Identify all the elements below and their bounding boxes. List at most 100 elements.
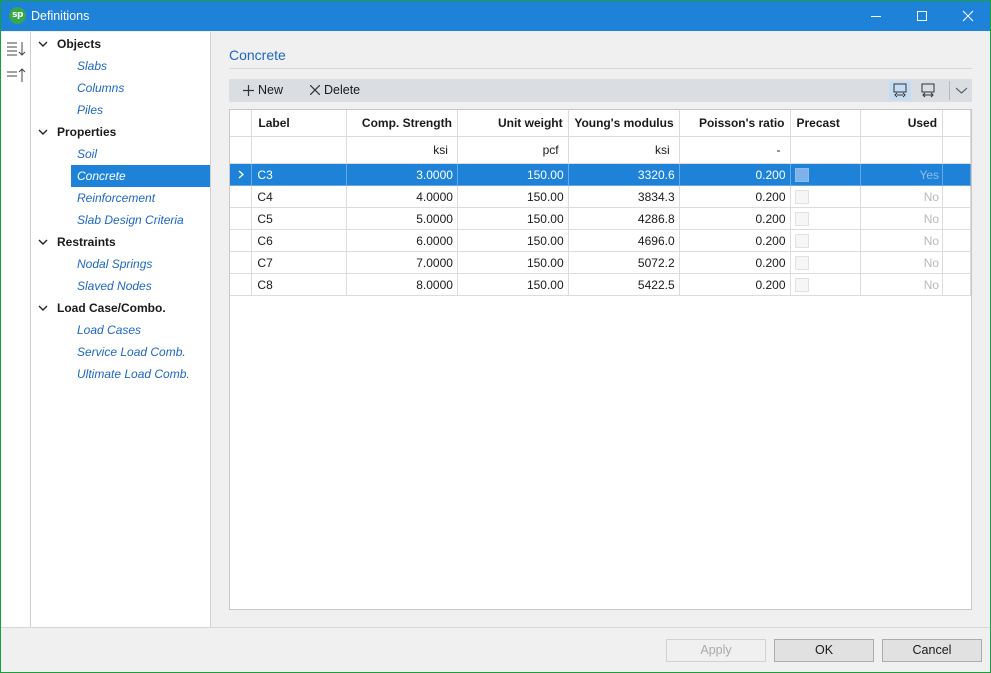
chevron-down-icon[interactable]	[38, 231, 48, 253]
ok-button[interactable]: OK	[774, 639, 874, 662]
cell-comp-strength[interactable]: 3.0000	[346, 163, 458, 186]
cell-comp-strength[interactable]: 8.0000	[346, 273, 458, 296]
cell-precast[interactable]	[790, 229, 862, 252]
tree-item-reinforcement[interactable]: Reinforcement	[71, 187, 210, 209]
minimize-button[interactable]	[853, 1, 899, 31]
tree-item-label: Ultimate Load Comb.	[77, 367, 190, 381]
row-indicator[interactable]	[230, 273, 253, 296]
tree-item-piles[interactable]: Piles	[71, 99, 210, 121]
cell-comp-strength[interactable]: 4.0000	[346, 185, 458, 208]
row-indicator[interactable]	[230, 229, 253, 252]
expand-all-button[interactable]	[6, 39, 26, 57]
row-indicator[interactable]	[230, 207, 253, 230]
tree-item-service-load-comb[interactable]: Service Load Comb.	[71, 341, 210, 363]
cell-precast[interactable]	[790, 273, 862, 296]
cell-poissons-ratio[interactable]: 0.200	[679, 185, 791, 208]
cell-label[interactable]: C7	[251, 251, 348, 274]
column-header-youngs-modulus[interactable]: Young's modulus	[568, 110, 680, 137]
precast-checkbox[interactable]	[794, 233, 809, 248]
table-row[interactable]: C5 5.0000 150.00 4286.8 0.200 No	[230, 207, 971, 230]
cell-youngs-modulus[interactable]: 3834.3	[568, 185, 680, 208]
column-header-used[interactable]: Used	[860, 110, 944, 137]
tree-item-ultimate-load-comb[interactable]: Ultimate Load Comb.	[71, 363, 210, 385]
cell-youngs-modulus[interactable]: 5072.2	[568, 251, 680, 274]
column-header-unit-weight[interactable]: Unit weight	[457, 110, 569, 137]
cell-unit-weight[interactable]: 150.00	[457, 163, 569, 186]
tree-category-load-case-combo[interactable]: Load Case/Combo.	[31, 297, 210, 319]
precast-checkbox[interactable]	[794, 189, 809, 204]
cell-precast[interactable]	[790, 207, 862, 230]
column-header-poissons-ratio[interactable]: Poisson's ratio	[679, 110, 791, 137]
cell-comp-strength[interactable]: 5.0000	[346, 207, 458, 230]
cell-label[interactable]: C5	[251, 207, 348, 230]
precast-checkbox[interactable]	[794, 167, 809, 182]
tree-item-slabs[interactable]: Slabs	[71, 55, 210, 77]
tree-item-columns[interactable]: Columns	[71, 77, 210, 99]
cell-poissons-ratio[interactable]: 0.200	[679, 207, 791, 230]
tree-category-restraints[interactable]: Restraints	[31, 231, 210, 253]
row-indicator[interactable]	[230, 251, 253, 274]
cell-used: No	[860, 185, 944, 208]
insert-row-button[interactable]	[889, 81, 911, 100]
column-header-label[interactable]: Label	[251, 110, 348, 137]
cell-precast[interactable]	[790, 163, 862, 186]
precast-checkbox[interactable]	[794, 211, 809, 226]
cell-precast[interactable]	[790, 251, 862, 274]
cell-label[interactable]: C8	[251, 273, 348, 296]
tree-item-soil[interactable]: Soil	[71, 143, 210, 165]
cell-unit-weight[interactable]: 150.00	[457, 185, 569, 208]
cell-youngs-modulus[interactable]: 3320.6	[568, 163, 680, 186]
cell-youngs-modulus[interactable]: 5422.5	[568, 273, 680, 296]
unit-unit-weight: pcf	[457, 136, 569, 164]
table-row[interactable]: C3 3.0000 150.00 3320.6 0.200 Yes	[230, 163, 971, 186]
tree-category-properties[interactable]: Properties	[31, 121, 210, 143]
maximize-button[interactable]	[899, 1, 945, 31]
tree-item-nodal-springs[interactable]: Nodal Springs	[71, 253, 210, 275]
precast-checkbox[interactable]	[794, 255, 809, 270]
toolbar-overflow-button[interactable]	[951, 81, 972, 100]
table-row[interactable]: C4 4.0000 150.00 3834.3 0.200 No	[230, 185, 971, 208]
tree-item-slaved-nodes[interactable]: Slaved Nodes	[71, 275, 210, 297]
cell-label[interactable]: C4	[251, 185, 348, 208]
precast-checkbox[interactable]	[794, 277, 809, 292]
cell-unit-weight[interactable]: 150.00	[457, 229, 569, 252]
tree-item-concrete[interactable]: Concrete	[71, 165, 210, 187]
cell-label[interactable]: C3	[251, 163, 348, 186]
title-bar[interactable]: sp Definitions	[1, 1, 990, 31]
cell-youngs-modulus[interactable]: 4286.8	[568, 207, 680, 230]
cancel-button[interactable]: Cancel	[882, 639, 982, 662]
cell-comp-strength[interactable]: 7.0000	[346, 251, 458, 274]
cell-poissons-ratio[interactable]: 0.200	[679, 163, 791, 186]
row-indicator[interactable]	[230, 163, 253, 186]
tree-category-objects[interactable]: Objects	[31, 33, 210, 55]
chevron-down-icon[interactable]	[38, 297, 48, 319]
cell-label[interactable]: C6	[251, 229, 348, 252]
tree-item-load-cases[interactable]: Load Cases	[71, 319, 210, 341]
cell-unit-weight[interactable]: 150.00	[457, 207, 569, 230]
cell-youngs-modulus[interactable]: 4696.0	[568, 229, 680, 252]
cell-poissons-ratio[interactable]: 0.200	[679, 251, 791, 274]
row-indicator[interactable]	[230, 185, 253, 208]
unit-poissons-ratio: -	[679, 136, 791, 164]
table-row[interactable]: C8 8.0000 150.00 5422.5 0.200 No	[230, 273, 971, 296]
chevron-down-icon[interactable]	[38, 121, 48, 143]
cell-precast[interactable]	[790, 185, 862, 208]
table-row[interactable]: C7 7.0000 150.00 5072.2 0.200 No	[230, 251, 971, 274]
apply-button[interactable]: Apply	[666, 639, 766, 662]
cell-unit-weight[interactable]: 150.00	[457, 251, 569, 274]
column-header-comp-strength[interactable]: Comp. Strength	[346, 110, 458, 137]
table-row[interactable]: C6 6.0000 150.00 4696.0 0.200 No	[230, 229, 971, 252]
cell-poissons-ratio[interactable]: 0.200	[679, 273, 791, 296]
cell-comp-strength[interactable]: 6.0000	[346, 229, 458, 252]
minimize-icon	[871, 16, 881, 17]
filler-cell	[942, 163, 971, 186]
tree-item-slab-design-criteria[interactable]: Slab Design Criteria	[71, 209, 210, 231]
append-row-button[interactable]	[917, 81, 939, 100]
column-header-precast[interactable]: Precast	[790, 110, 862, 137]
cell-poissons-ratio[interactable]: 0.200	[679, 229, 791, 252]
cell-unit-weight[interactable]: 150.00	[457, 273, 569, 296]
filler-cell	[942, 251, 971, 274]
close-button[interactable]	[945, 1, 990, 31]
chevron-down-icon[interactable]	[38, 33, 48, 55]
collapse-all-button[interactable]	[6, 66, 26, 84]
